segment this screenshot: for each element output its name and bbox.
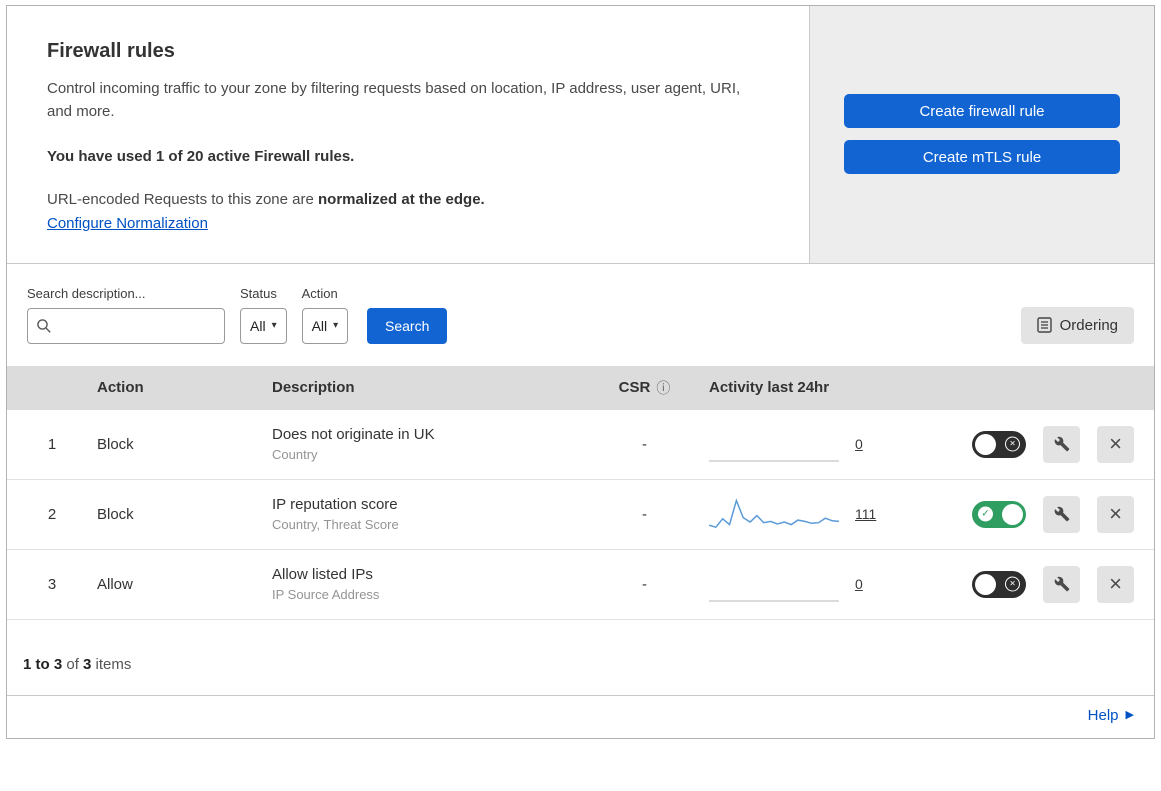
search-field-wrap — [27, 307, 225, 344]
action-filter-group: Action All ▾ — [301, 285, 349, 344]
rule-enable-toggle[interactable]: × — [972, 430, 1026, 458]
info-icon[interactable]: ⓘ — [656, 378, 670, 398]
toggle-off-icon: × — [1005, 436, 1020, 452]
firewall-rules-page: Firewall rules Control incoming traffic … — [6, 5, 1155, 739]
action-label: Action — [301, 285, 338, 301]
create-firewall-rule-button[interactable]: Create firewall rule — [844, 94, 1120, 129]
rule-enable-toggle[interactable]: ✓ — [972, 500, 1026, 528]
activity-sparkline — [709, 460, 839, 462]
arrow-right-icon: ▶ — [1125, 708, 1134, 721]
wrench-icon — [1054, 576, 1069, 592]
status-label: Status — [240, 285, 277, 301]
toggle-knob — [975, 433, 996, 455]
header-section: Firewall rules Control incoming traffic … — [7, 6, 1154, 264]
search-group: Search description... — [27, 286, 225, 344]
wrench-icon — [1054, 506, 1069, 522]
action-dropdown[interactable]: All ▾ — [301, 307, 349, 344]
col-csr: CSR ⓘ — [618, 378, 671, 398]
chevron-down-icon: ▾ — [271, 320, 277, 331]
rule-number: 3 — [47, 575, 57, 593]
search-input[interactable] — [27, 307, 225, 344]
table-row: 1 Block Does not originate in UK Country… — [7, 409, 1154, 480]
rule-csr-value: - — [642, 435, 647, 453]
list-document-icon — [1036, 317, 1052, 333]
toggle-off-icon: × — [1005, 576, 1020, 592]
usage-summary: You have used 1 of 20 active Firewall ru… — [47, 147, 355, 165]
rule-fields: Country — [272, 447, 318, 462]
page-description: Control incoming traffic to your zone by… — [47, 80, 741, 121]
toggle-on-icon: ✓ — [978, 506, 993, 522]
search-button[interactable]: Search — [367, 307, 448, 344]
col-description: Description — [272, 379, 355, 396]
delete-rule-button[interactable]: × — [1097, 495, 1134, 533]
rule-description: IP reputation score — [272, 496, 398, 513]
rule-action: Block — [97, 435, 134, 453]
toggle-knob — [1002, 503, 1023, 525]
delete-rule-button[interactable]: × — [1097, 425, 1134, 463]
configure-normalization-link[interactable]: Configure Normalization — [47, 215, 208, 232]
table-header-row: Action Description CSR ⓘ Activity last 24… — [7, 365, 1154, 410]
intro-card: Firewall rules Control incoming traffic … — [7, 6, 810, 263]
rule-fields: IP Source Address — [272, 587, 380, 602]
rule-number: 1 — [47, 435, 57, 453]
help-bar: Help ▶ — [7, 694, 1154, 738]
rule-csr-value: - — [642, 575, 647, 593]
close-icon: × — [1109, 431, 1122, 456]
table-row: 3 Allow Allow listed IPs IP Source Addre… — [7, 549, 1154, 620]
page-title: Firewall rules — [47, 40, 175, 62]
normalization-note: URL-encoded Requests to this zone are no… — [47, 190, 485, 208]
activity-count-link[interactable]: 0 — [855, 576, 877, 592]
table-row: 2 Block IP reputation score Country, Thr… — [7, 479, 1154, 550]
status-dropdown[interactable]: All ▾ — [240, 307, 287, 344]
edit-rule-button[interactable] — [1043, 565, 1080, 603]
col-action: Action — [97, 379, 144, 396]
rule-description: Allow listed IPs — [272, 566, 373, 583]
close-icon: × — [1109, 501, 1122, 526]
rule-number: 2 — [47, 505, 57, 523]
col-activity: Activity last 24hr — [709, 379, 830, 396]
rule-description: Does not originate in UK — [272, 426, 435, 443]
search-label: Search description... — [27, 285, 146, 301]
create-mtls-rule-button[interactable]: Create mTLS rule — [844, 140, 1120, 175]
rule-enable-toggle[interactable]: × — [972, 570, 1026, 598]
rule-fields: Country, Threat Score — [272, 517, 399, 532]
edit-rule-button[interactable] — [1043, 425, 1080, 463]
rules-table: Action Description CSR ⓘ Activity last 24… — [7, 365, 1154, 620]
activity-count-link[interactable]: 0 — [855, 436, 877, 452]
delete-rule-button[interactable]: × — [1097, 565, 1134, 603]
rule-csr-value: - — [642, 505, 647, 523]
activity-sparkline — [709, 498, 839, 529]
status-filter-group: Status All ▾ — [240, 286, 287, 344]
rule-action: Allow — [97, 575, 133, 593]
activity-count-link[interactable]: 111 — [855, 506, 877, 522]
filter-bar: Search description... Status All ▾ Action… — [7, 264, 1154, 366]
actions-panel: Create firewall rule Create mTLS rule — [810, 6, 1154, 263]
activity-sparkline — [709, 600, 839, 602]
help-link[interactable]: Help ▶ — [1088, 707, 1134, 724]
toggle-knob — [975, 573, 996, 595]
wrench-icon — [1054, 436, 1069, 452]
rule-action: Block — [97, 505, 134, 523]
pagination-summary: 1 to 3 of 3 items — [23, 655, 132, 673]
edit-rule-button[interactable] — [1043, 495, 1080, 533]
close-icon: × — [1109, 571, 1122, 596]
chevron-down-icon: ▾ — [333, 320, 339, 331]
ordering-button[interactable]: Ordering — [1020, 306, 1134, 344]
